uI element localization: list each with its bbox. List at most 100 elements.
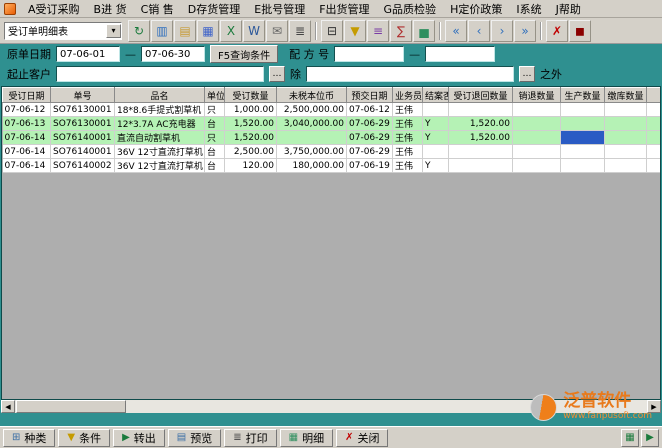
grid-column-header[interactable]: 结案否	[423, 88, 449, 103]
grid-cell[interactable]	[513, 145, 561, 159]
grid-cell[interactable]: 180,000.00	[277, 159, 347, 173]
print-button[interactable]: ≣	[289, 20, 311, 42]
grid-cell[interactable]: 直流自动割草机	[115, 131, 205, 145]
grid-cell[interactable]: 18*8.6手提式割草机	[115, 103, 205, 117]
grid-column-header[interactable]: 品名	[115, 88, 205, 103]
export-excel-button[interactable]: X	[220, 20, 242, 42]
formula-to-input[interactable]	[425, 46, 495, 62]
last-record-button[interactable]: »	[514, 20, 536, 42]
grid-cell[interactable]: 1,000.00	[225, 103, 277, 117]
grid-cell[interactable]: Y	[423, 117, 449, 131]
menu-item[interactable]: D存货管理	[181, 0, 247, 18]
grid-toggle-icon[interactable]: ▦	[621, 429, 639, 447]
grid-cell[interactable]	[277, 131, 347, 145]
grid-cell[interactable]	[647, 131, 662, 145]
books-button[interactable]: ▥	[151, 20, 173, 42]
sum-button[interactable]: ∑	[390, 20, 412, 42]
grid-cell[interactable]: SO76140001	[51, 145, 115, 159]
refresh-button[interactable]: ↻	[128, 20, 150, 42]
grid-cell[interactable]	[605, 103, 647, 117]
customer-exclude-input[interactable]	[306, 66, 514, 82]
detail-button[interactable]: ▦明细	[280, 429, 333, 447]
grid-cell[interactable]	[513, 117, 561, 131]
grid-column-header[interactable]: 未税本位币	[277, 88, 347, 103]
grid-cell[interactable]: 王伟	[393, 117, 423, 131]
grid-cell[interactable]: 07-06-12	[3, 103, 51, 117]
grid-cell[interactable]: 07-06-19	[347, 159, 393, 173]
grid-cell[interactable]: 王伟	[393, 145, 423, 159]
menu-item[interactable]: E批号管理	[247, 0, 312, 18]
grid-cell[interactable]: 07-06-13	[3, 117, 51, 131]
grid-cell[interactable]: Y	[423, 131, 449, 145]
grid-cell[interactable]: 台	[205, 145, 225, 159]
grid-cell[interactable]: SO76140001	[51, 131, 115, 145]
formula-from-input[interactable]	[334, 46, 404, 62]
grid-cell[interactable]: 36V 12寸直流打草机	[115, 145, 205, 159]
menu-item[interactable]: A受订采购	[21, 0, 87, 18]
grid-cell[interactable]: 1,000.00	[647, 103, 662, 117]
scroll-left-icon[interactable]: ◀	[1, 400, 15, 413]
email-button[interactable]: ✉	[266, 20, 288, 42]
grid-cell[interactable]	[423, 145, 449, 159]
grid-cell[interactable]	[513, 159, 561, 173]
grid-cell-selected[interactable]	[561, 131, 605, 145]
grid-cell[interactable]: 36V 12寸直流打草机	[115, 159, 205, 173]
grid-cell[interactable]	[647, 117, 662, 131]
save-button[interactable]: ▦	[197, 20, 219, 42]
close-button[interactable]: ✗关闭	[336, 429, 388, 447]
chart-button[interactable]: ▅	[413, 20, 435, 42]
grid-column-header[interactable]: 受订日期	[3, 88, 51, 103]
delete-button[interactable]: ✗	[546, 20, 568, 42]
grid-cell[interactable]: SO76140002	[51, 159, 115, 173]
grid-column-header[interactable]: 生产数量	[561, 88, 605, 103]
exit-button[interactable]: ◼	[569, 20, 591, 42]
sort-button[interactable]: ≡	[367, 20, 389, 42]
grid-column-header[interactable]: 预交日期	[347, 88, 393, 103]
grid-cell[interactable]	[423, 103, 449, 117]
chevron-down-icon[interactable]: ▾	[106, 24, 121, 38]
grid-cell[interactable]	[605, 159, 647, 173]
grid-cell[interactable]	[561, 117, 605, 131]
export-button[interactable]: ▶转出	[113, 429, 165, 447]
grid-cell[interactable]: 王伟	[393, 103, 423, 117]
grid-column-header[interactable]: 销退数量	[513, 88, 561, 103]
grid-cell[interactable]	[449, 159, 513, 173]
grid-column-header[interactable]: 缴库数量	[605, 88, 647, 103]
grid-cell[interactable]: 2,500,000.00	[277, 103, 347, 117]
grid-cell[interactable]	[605, 131, 647, 145]
grid-cell[interactable]	[605, 145, 647, 159]
grid-cell[interactable]: Y	[423, 159, 449, 173]
preview-button[interactable]: ▤预览	[168, 429, 221, 447]
menu-item[interactable]: H定价政策	[443, 0, 509, 18]
menu-item[interactable]: C销 售	[134, 0, 181, 18]
grid-cell[interactable]: SO76130001	[51, 103, 115, 117]
grid-column-header[interactable]: 业务员	[393, 88, 423, 103]
grid-cell[interactable]: 2,500.00	[225, 145, 277, 159]
grid-cell[interactable]: 台	[205, 117, 225, 131]
grid-cell[interactable]	[449, 103, 513, 117]
open-folder-button[interactable]: ▤	[174, 20, 196, 42]
grid-column-header[interactable]: 受订退回数量	[449, 88, 513, 103]
grid-cell[interactable]	[561, 103, 605, 117]
prev-record-button[interactable]: ‹	[468, 20, 490, 42]
grid-cell[interactable]: 07-06-29	[347, 131, 393, 145]
grid-cell[interactable]	[605, 117, 647, 131]
customer-browse-button[interactable]: …	[269, 66, 285, 82]
grid-cell[interactable]: 1,520.00	[225, 131, 277, 145]
grid-cell[interactable]	[449, 145, 513, 159]
grid-column-header[interactable]: 单位	[205, 88, 225, 103]
grid-cell[interactable]: 07-06-14	[3, 131, 51, 145]
grid-cell[interactable]: 王伟	[393, 131, 423, 145]
grid-cell[interactable]: 2,500.00	[647, 145, 662, 159]
menu-item[interactable]: J帮助	[549, 0, 588, 18]
menu-item[interactable]: I系统	[509, 0, 548, 18]
menu-item[interactable]: F出货管理	[312, 0, 376, 18]
grid-cell[interactable]: 07-06-14	[3, 145, 51, 159]
query-conditions-button[interactable]: F5查询条件	[210, 45, 278, 63]
grid-cell[interactable]: 王伟	[393, 159, 423, 173]
grid-cell[interactable]	[561, 145, 605, 159]
grid-cell[interactable]	[513, 131, 561, 145]
calculator-button[interactable]: ⊟	[321, 20, 343, 42]
scrollbar-thumb[interactable]	[16, 400, 126, 413]
grid-cell[interactable]: 07-06-29	[347, 145, 393, 159]
